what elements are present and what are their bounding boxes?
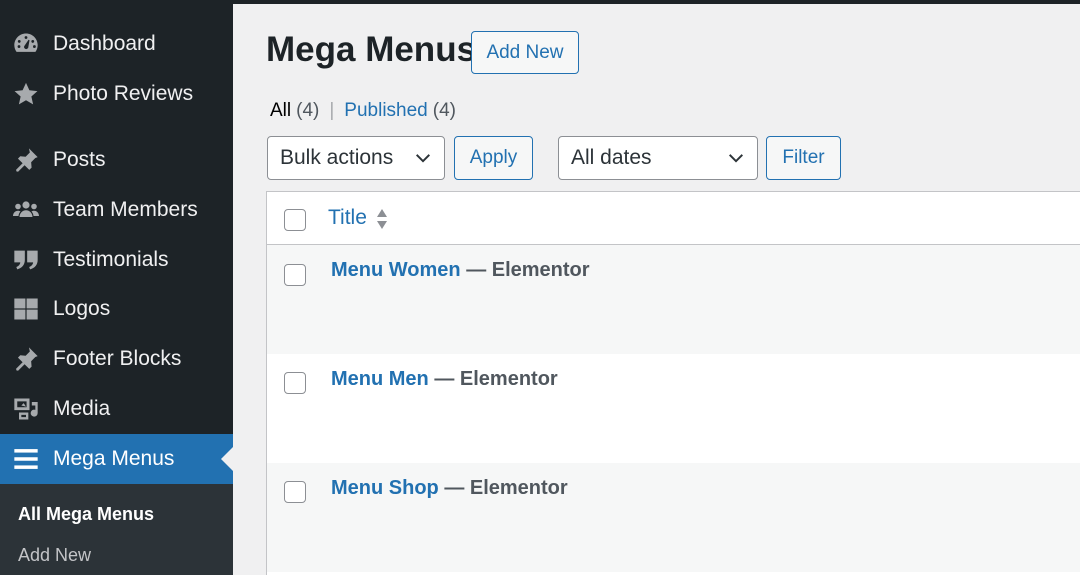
grid-icon (12, 295, 40, 323)
row-title: Menu Women — Elementor (331, 259, 590, 282)
row-post-state: — Elementor (428, 368, 558, 390)
sidebar-item-testimonials[interactable]: Testimonials (0, 235, 233, 285)
row-post-state: — Elementor (460, 259, 590, 281)
view-published-link[interactable]: Published (344, 100, 427, 122)
view-all-count: (4) (296, 100, 320, 121)
row-title-link[interactable]: Menu Men (331, 368, 429, 390)
row-checkbox[interactable] (284, 264, 306, 286)
sidebar-item-logos[interactable]: Logos (0, 284, 233, 334)
media-icon (12, 395, 40, 423)
row-checkbox[interactable] (284, 372, 306, 394)
table-header: Title (267, 192, 1080, 245)
status-views: All (4) | Published (4) (270, 100, 456, 122)
sidebar-item-dashboard[interactable]: Dashboard (0, 19, 233, 69)
bulk-actions-value: Bulk actions (280, 146, 394, 169)
sidebar-item-label: Media (53, 397, 111, 420)
sidebar-item-label: Posts (53, 148, 106, 171)
sidebar-item-photo-reviews[interactable]: Photo Reviews (0, 69, 233, 119)
sidebar-item-media[interactable]: Media (0, 384, 233, 434)
groups-icon (12, 196, 40, 224)
sidebar-item-footer-blocks[interactable]: Footer Blocks (0, 334, 233, 384)
submenu-item-add-new[interactable]: Add New (18, 545, 91, 566)
sidebar-submenu: All Mega Menus Add New (0, 484, 233, 575)
column-title-sort[interactable]: Title (328, 206, 367, 230)
page-title: Mega Menus (266, 30, 477, 69)
row-title: Menu Shop — Elementor (331, 477, 568, 500)
table-row: Menu Shop — Elementor (267, 463, 1080, 572)
menu-icon (12, 445, 40, 473)
chevron-down-icon (728, 154, 744, 163)
sidebar-item-mega-menus[interactable]: Mega Menus (0, 434, 233, 484)
posts-table: Title Menu Women — Elementor Menu Men — … (266, 191, 1080, 575)
sidebar-item-label: Footer Blocks (53, 347, 182, 370)
view-separator: | (329, 100, 335, 121)
sidebar-item-label: Photo Reviews (53, 82, 194, 105)
sidebar-item-label: Team Members (53, 198, 198, 221)
filter-button[interactable]: Filter (766, 136, 841, 180)
admin-sidebar: Dashboard Photo Reviews Posts Team Membe… (0, 0, 233, 575)
table-row: Menu Women — Elementor (267, 245, 1080, 354)
select-all-checkbox[interactable] (284, 209, 306, 231)
sidebar-item-label: Dashboard (53, 32, 156, 55)
bulk-actions-select[interactable]: Bulk actions (267, 136, 445, 180)
row-post-state: — Elementor (438, 477, 568, 499)
row-title-link[interactable]: Menu Women (331, 259, 461, 281)
dates-value: All dates (571, 146, 652, 169)
star-icon (12, 80, 40, 108)
row-title: Menu Men — Elementor (331, 368, 558, 391)
dates-select[interactable]: All dates (558, 136, 758, 180)
apply-button[interactable]: Apply (454, 136, 533, 180)
row-title-link[interactable]: Menu Shop (331, 477, 439, 499)
pushpin-icon (12, 345, 40, 373)
pushpin-icon (12, 146, 40, 174)
add-new-button[interactable]: Add New (471, 31, 579, 74)
chevron-down-icon (415, 154, 431, 163)
row-checkbox[interactable] (284, 481, 306, 503)
sidebar-item-label: Mega Menus (53, 447, 175, 470)
sidebar-item-team-members[interactable]: Team Members (0, 185, 233, 235)
sidebar-item-posts[interactable]: Posts (0, 135, 233, 185)
quote-icon (12, 246, 40, 274)
submenu-item-all-mega-menus[interactable]: All Mega Menus (18, 504, 154, 525)
view-all-link[interactable]: All (270, 100, 291, 122)
sort-arrows-icon[interactable] (375, 208, 389, 230)
sidebar-item-label: Testimonials (53, 248, 169, 271)
admin-bar (233, 0, 1080, 4)
view-published-count: (4) (432, 100, 456, 121)
sidebar-item-label: Logos (53, 297, 111, 320)
dashboard-icon (12, 30, 40, 58)
table-row: Menu Men — Elementor (267, 354, 1080, 463)
